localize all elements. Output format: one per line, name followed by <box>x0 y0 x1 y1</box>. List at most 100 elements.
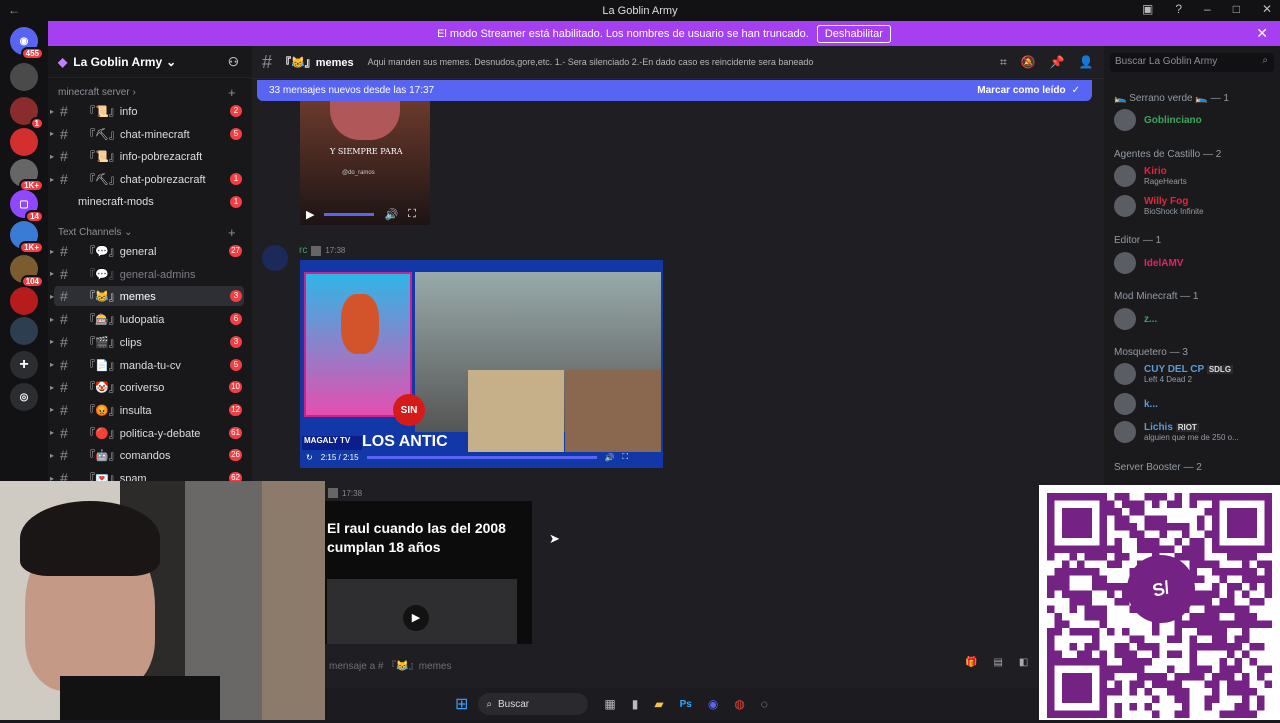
threads-icon[interactable]: ⌗ <box>1000 55 1007 70</box>
channel-item[interactable]: ▸ # 『📄』manda-tu-cv 5 <box>50 355 244 375</box>
photoshop-icon[interactable]: Ps <box>680 699 692 710</box>
chevron-right-icon: ▸ <box>50 291 55 301</box>
discord-taskbar-icon[interactable]: ◉ <box>708 697 718 711</box>
progress-bar[interactable] <box>366 455 597 459</box>
search-icon: ⌕ <box>486 698 493 710</box>
member-item[interactable]: Willy Fog BioShock Infinite <box>1114 195 1204 217</box>
username[interactable]: rc <box>299 245 307 256</box>
member-item[interactable]: IdelAMV <box>1114 252 1183 274</box>
qr-module <box>1137 545 1145 553</box>
qr-module <box>1219 643 1227 651</box>
qr-module <box>1047 643 1055 651</box>
volume-icon[interactable]: 🔊 <box>384 208 398 221</box>
gift-icon[interactable]: 🎁 <box>965 657 977 668</box>
channel-minecraft-mods[interactable]: minecraft-mods 1 <box>54 192 244 212</box>
help-icon[interactable]: ? <box>1175 2 1182 16</box>
member-item[interactable]: Lichis RIOT alguien que me de 250 o... <box>1114 421 1239 443</box>
play-icon[interactable]: ▶ <box>403 605 429 631</box>
channel-item[interactable]: ▸ # 『🤖』comandos 26 <box>50 445 244 465</box>
channel-item[interactable]: ▸ # 『📜』info 2 <box>50 101 244 121</box>
guild-header[interactable]: ◆ La Goblin Army ⌄ ⚇ <box>48 46 252 78</box>
close-icon[interactable]: ✕ <box>1256 25 1268 42</box>
channel-item[interactable]: ▸ # 『🤡』coriverso 10 <box>50 377 244 397</box>
maximize-icon[interactable]: □ <box>1233 2 1240 16</box>
channel-item[interactable]: ▸ # 『💬』general 27 <box>50 241 244 261</box>
member-item[interactable]: Kirio RageHearts <box>1114 165 1187 187</box>
close-window-icon[interactable]: ✕ <box>1262 2 1272 16</box>
server-icon[interactable]: 1 <box>10 97 44 130</box>
replay-icon[interactable]: ↻ <box>306 453 313 462</box>
video-embed-2[interactable]: SIN MAGALY TV LOS ANTIC ↻ 2:15 / 2:15 🔊 … <box>300 260 663 468</box>
category-minecraft[interactable]: minecraft server › + <box>58 85 236 100</box>
windows-start-icon[interactable]: ⊞ <box>455 694 468 714</box>
fullscreen-icon[interactable]: ⛶ <box>408 208 416 221</box>
back-arrow-icon[interactable]: ← <box>8 3 20 17</box>
channel-item[interactable]: ▸ # 『⛏』chat-pobrezacraft 1 <box>50 169 244 189</box>
add-channel-icon[interactable]: + <box>228 85 236 100</box>
twitch-server-icon[interactable]: ▢ 14 <box>10 190 44 223</box>
server-icon[interactable] <box>10 63 38 91</box>
add-channel-icon[interactable]: + <box>228 225 236 240</box>
server-icon[interactable] <box>10 287 38 315</box>
chrome-icon[interactable]: ◍ <box>734 697 744 711</box>
pin-icon[interactable]: 📌 <box>1050 55 1065 70</box>
member-item[interactable]: CUY DEL CP SDLG Left 4 Dead 2 <box>1114 363 1234 385</box>
members-icon[interactable]: 👤 <box>1079 55 1094 70</box>
mute-icon[interactable]: 🔕 <box>1021 55 1036 70</box>
qr-module <box>1242 695 1250 703</box>
server-icon[interactable]: 1K+ <box>10 159 44 192</box>
disable-button[interactable]: Deshabilitar <box>816 24 891 43</box>
qr-module <box>1122 628 1130 636</box>
channel-item[interactable]: ▸ # 『😡』insulta 12 <box>50 400 244 420</box>
title-bar: ← La Goblin Army ▣ ? – □ ✕ <box>0 0 1280 21</box>
taskbar-search[interactable]: ⌕ Buscar <box>478 693 589 715</box>
channel-item[interactable]: ▸ # 『📜』info-pobrezacraft <box>50 146 244 166</box>
hash-icon: # <box>60 148 68 165</box>
minimize-icon[interactable]: – <box>1204 2 1211 16</box>
inbox-icon[interactable]: ▣ <box>1142 2 1153 16</box>
app-icon[interactable]: ▮ <box>632 697 639 711</box>
video-embed-1[interactable]: Y SIEMPRE PARA @do_ramos ▶ 🔊 ⛶ <box>300 100 430 225</box>
avatar[interactable] <box>262 245 288 271</box>
unread-badge: 27 <box>229 245 242 257</box>
obs-icon[interactable]: ◌ <box>761 697 768 711</box>
mark-read-button[interactable]: Marcar como leído <box>977 85 1065 96</box>
gif-icon[interactable]: ▤ <box>993 657 1002 668</box>
task-view-icon[interactable]: ▦ <box>604 697 615 711</box>
file-explorer-icon[interactable]: ▰ <box>654 697 663 711</box>
category-text-channels[interactable]: Text Channels ⌄ + <box>58 225 236 240</box>
sticker-icon[interactable]: ◧ <box>1019 657 1028 668</box>
channel-item[interactable]: ▸ # 『🎰』ludopatia 6 <box>50 309 244 329</box>
play-icon[interactable]: ▶ <box>306 208 314 221</box>
channel-item[interactable]: ▸ # 『😹』memes 3 <box>50 286 244 307</box>
channel-item[interactable]: ▸ # 『💬』general-admins <box>50 264 244 284</box>
channel-item[interactable]: ▸ # 『⛏』chat-minecraft 5 <box>50 124 244 144</box>
qr-module <box>1114 515 1122 523</box>
qr-module <box>1107 688 1115 696</box>
server-icon[interactable] <box>10 317 38 345</box>
qr-module <box>1084 568 1092 576</box>
member-item[interactable]: Goblinciano <box>1114 109 1202 131</box>
server-icon[interactable] <box>10 128 38 156</box>
channel-item[interactable]: ▸ # 『🔴』politica-y-debate 61 <box>50 423 244 443</box>
add-server-icon[interactable]: + <box>10 351 38 379</box>
explore-icon[interactable]: ◎ <box>10 383 38 411</box>
server-icon[interactable]: 104 <box>10 255 44 288</box>
fullscreen-icon[interactable]: ⛶ <box>622 452 628 462</box>
new-messages-bar[interactable]: 33 mensajes nuevos desde las 17:37 Marca… <box>257 80 1092 101</box>
message-input[interactable]: mensaje a # 『😹』memes 🎁 ▤ ◧ <box>325 650 1039 678</box>
channel-item[interactable]: ▸ # 『🎬』clips 3 <box>50 332 244 352</box>
video-embed-3[interactable]: El raul cuando las del 2008 cumplan 18 a… <box>325 501 532 644</box>
channel-topic[interactable]: Aqui manden sus memes. Desnudos,gore,etc… <box>368 57 814 67</box>
add-member-icon[interactable]: ⚇ <box>228 55 239 69</box>
search-input[interactable]: Buscar La Goblin Army ⌕ <box>1110 53 1274 72</box>
server-icon[interactable]: 1K+ <box>10 221 44 254</box>
member-item[interactable]: k... <box>1114 393 1158 415</box>
volume-slider[interactable] <box>324 212 375 216</box>
member-item[interactable]: z... <box>1114 308 1157 330</box>
volume-icon[interactable]: 🔊 <box>605 453 615 462</box>
qr-module <box>1204 508 1212 516</box>
discord-home-icon[interactable]: ◉ 455 <box>10 27 44 60</box>
qr-module <box>1264 590 1272 598</box>
chevron-right-icon: ▸ <box>50 174 55 184</box>
